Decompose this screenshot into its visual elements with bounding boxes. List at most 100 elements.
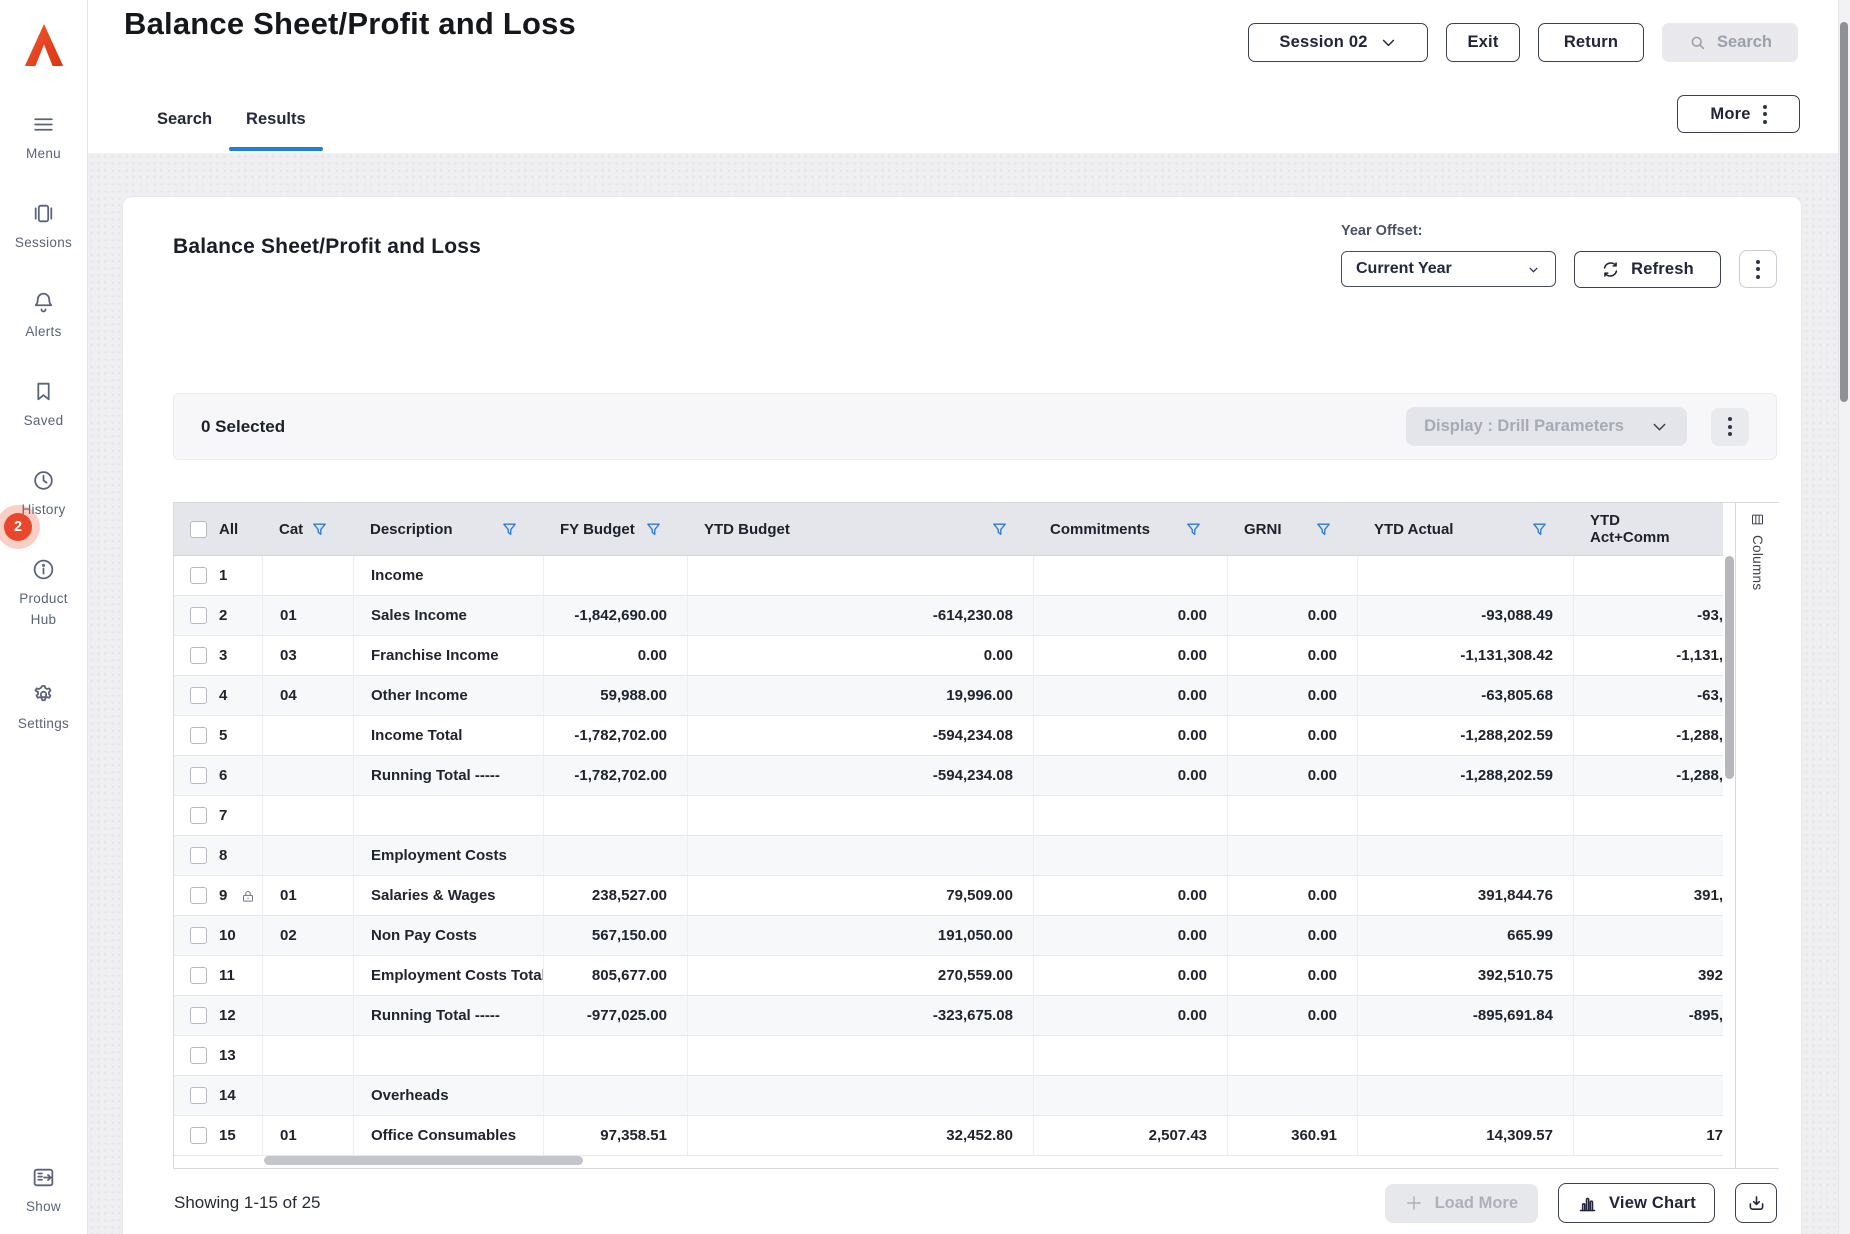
table-row[interactable]: 404Other Income59,988.0019,996.000.000.0… bbox=[174, 676, 1723, 716]
filter-icon[interactable] bbox=[1185, 521, 1202, 538]
row-checkbox[interactable] bbox=[190, 887, 207, 904]
table-row[interactable]: 11Employment Costs Total805,677.00270,55… bbox=[174, 956, 1723, 996]
table-row[interactable]: 7 bbox=[174, 796, 1723, 836]
row-checkbox[interactable] bbox=[190, 807, 207, 824]
toolbar-kebab-button[interactable] bbox=[1711, 408, 1749, 446]
vertical-scrollbar-thumb[interactable] bbox=[1725, 556, 1734, 779]
exit-button[interactable]: Exit bbox=[1446, 23, 1520, 62]
refresh-button[interactable]: Refresh bbox=[1574, 251, 1721, 288]
year-offset-select[interactable]: Current Year bbox=[1341, 251, 1556, 287]
cell-grni: 0.00 bbox=[1228, 956, 1358, 995]
table-row[interactable]: 8Employment Costs bbox=[174, 836, 1723, 876]
cell-fy-budget: 238,527.00 bbox=[544, 876, 688, 915]
cell-description: Income Total bbox=[354, 716, 544, 755]
header-cell-ytd-actual: YTD Actual bbox=[1358, 503, 1574, 555]
filter-icon[interactable] bbox=[645, 521, 662, 538]
table-row[interactable]: 12Running Total ------977,025.00-323,675… bbox=[174, 996, 1723, 1036]
cell-description: Employment Costs Total bbox=[354, 956, 544, 995]
download-button[interactable] bbox=[1735, 1183, 1777, 1223]
row-checkbox[interactable] bbox=[190, 1127, 207, 1144]
cell-cat: 03 bbox=[263, 636, 354, 675]
row-checkbox[interactable] bbox=[190, 767, 207, 784]
cell-select: 4 bbox=[174, 676, 263, 715]
row-checkbox[interactable] bbox=[190, 647, 207, 664]
row-checkbox[interactable] bbox=[190, 1047, 207, 1064]
sidebar-item-alerts[interactable]: Alerts bbox=[0, 290, 87, 343]
table-row[interactable]: 901Salaries & Wages238,527.0079,509.000.… bbox=[174, 876, 1723, 916]
sidebar-item-settings[interactable]: Settings bbox=[0, 682, 87, 735]
row-checkbox[interactable] bbox=[190, 927, 207, 944]
search-button[interactable]: Search bbox=[1662, 23, 1798, 62]
header-cell-description: Description bbox=[354, 503, 544, 555]
cell-description: Office Consumables bbox=[354, 1116, 544, 1155]
cell-ytd-actual bbox=[1358, 796, 1574, 835]
columns-icon bbox=[1750, 512, 1765, 527]
content-area: Balance Sheet/Profit and Loss Year Offse… bbox=[88, 153, 1850, 1234]
cell-cat: 01 bbox=[263, 876, 354, 915]
sidebar-item-saved[interactable]: Saved bbox=[0, 379, 87, 432]
cell-ytd-actual: -93,088.49 bbox=[1358, 596, 1574, 635]
cell-commitments bbox=[1034, 556, 1228, 595]
cell-ytd-budget bbox=[688, 1076, 1034, 1115]
cell-description: Other Income bbox=[354, 676, 544, 715]
cell-description: Income bbox=[354, 556, 544, 595]
row-checkbox[interactable] bbox=[190, 567, 207, 584]
row-checkbox[interactable] bbox=[190, 1007, 207, 1024]
more-button[interactable]: More bbox=[1677, 95, 1800, 133]
row-checkbox[interactable] bbox=[190, 727, 207, 744]
filter-icon[interactable] bbox=[1315, 521, 1332, 538]
horizontal-scrollbar-thumb[interactable] bbox=[264, 1156, 583, 1165]
table-row[interactable]: 14Overheads bbox=[174, 1076, 1723, 1116]
sidebar-item-sessions[interactable]: Sessions bbox=[0, 201, 87, 254]
table-row[interactable]: 13 bbox=[174, 1036, 1723, 1076]
cell-fy-budget: -1,782,702.00 bbox=[544, 716, 688, 755]
row-checkbox[interactable] bbox=[190, 1087, 207, 1104]
panel-kebab-button[interactable] bbox=[1739, 250, 1777, 288]
row-checkbox[interactable] bbox=[190, 967, 207, 984]
header-cell-fy-budget: FY Budget bbox=[544, 503, 688, 555]
cell-ytd-budget: -594,234.08 bbox=[688, 716, 1034, 755]
table-row[interactable]: 1Income bbox=[174, 556, 1723, 596]
table-row[interactable]: 303Franchise Income0.000.000.000.00-1,13… bbox=[174, 636, 1723, 676]
view-chart-button[interactable]: View Chart bbox=[1558, 1183, 1715, 1223]
tab-search[interactable]: Search bbox=[140, 110, 229, 153]
select-all-checkbox[interactable] bbox=[190, 521, 207, 538]
filter-icon[interactable] bbox=[1531, 521, 1548, 538]
load-more-button[interactable]: Load More bbox=[1385, 1184, 1538, 1223]
table-row[interactable]: 5Income Total-1,782,702.00-594,234.080.0… bbox=[174, 716, 1723, 756]
table-row[interactable]: 6Running Total ------1,782,702.00-594,23… bbox=[174, 756, 1723, 796]
columns-panel-toggle[interactable]: Columns bbox=[1735, 503, 1779, 1168]
return-button[interactable]: Return bbox=[1538, 23, 1644, 62]
filter-icon[interactable] bbox=[991, 521, 1008, 538]
cell-ytd-act-comm bbox=[1574, 796, 1723, 835]
cell-ytd-actual: -1,288,202.59 bbox=[1358, 716, 1574, 755]
cell-ytd-budget: -614,230.08 bbox=[688, 596, 1034, 635]
row-checkbox[interactable] bbox=[190, 847, 207, 864]
cell-fy-budget: -977,025.00 bbox=[544, 996, 688, 1035]
cell-cat: 02 bbox=[263, 916, 354, 955]
sidebar-item-product-hub[interactable]: Product Hub bbox=[0, 557, 87, 631]
filter-icon[interactable] bbox=[501, 521, 518, 538]
filter-icon[interactable] bbox=[311, 521, 328, 538]
window-scrollbar-thumb[interactable] bbox=[1840, 22, 1848, 402]
bell-icon bbox=[31, 290, 56, 315]
sidebar-item-menu[interactable]: Menu bbox=[0, 112, 87, 165]
gear-icon bbox=[31, 682, 56, 707]
cell-cat: 04 bbox=[263, 676, 354, 715]
session-dropdown[interactable]: Session 02 bbox=[1248, 23, 1428, 62]
row-checkbox[interactable] bbox=[190, 607, 207, 624]
tab-results[interactable]: Results bbox=[229, 110, 323, 153]
cell-ytd-budget: 270,559.00 bbox=[688, 956, 1034, 995]
table-row[interactable]: 201Sales Income-1,842,690.00-614,230.080… bbox=[174, 596, 1723, 636]
row-checkbox[interactable] bbox=[190, 687, 207, 704]
table-row[interactable]: 1501Office Consumables97,358.5132,452.80… bbox=[174, 1116, 1723, 1156]
results-table: All Cat Description bbox=[173, 502, 1779, 1169]
display-drill-parameters-button[interactable]: Display : Drill Parameters bbox=[1406, 407, 1687, 446]
sidebar: Menu Sessions Alerts Saved Hist bbox=[0, 0, 88, 1234]
sidebar-item-show[interactable]: Show bbox=[0, 1165, 87, 1218]
table-row[interactable]: 1002Non Pay Costs567,150.00191,050.000.0… bbox=[174, 916, 1723, 956]
menu-icon bbox=[31, 112, 56, 137]
top-header: Balance Sheet/Profit and Loss Session 02… bbox=[88, 0, 1850, 153]
cell-commitments: 0.00 bbox=[1034, 636, 1228, 675]
cell-grni bbox=[1228, 556, 1358, 595]
